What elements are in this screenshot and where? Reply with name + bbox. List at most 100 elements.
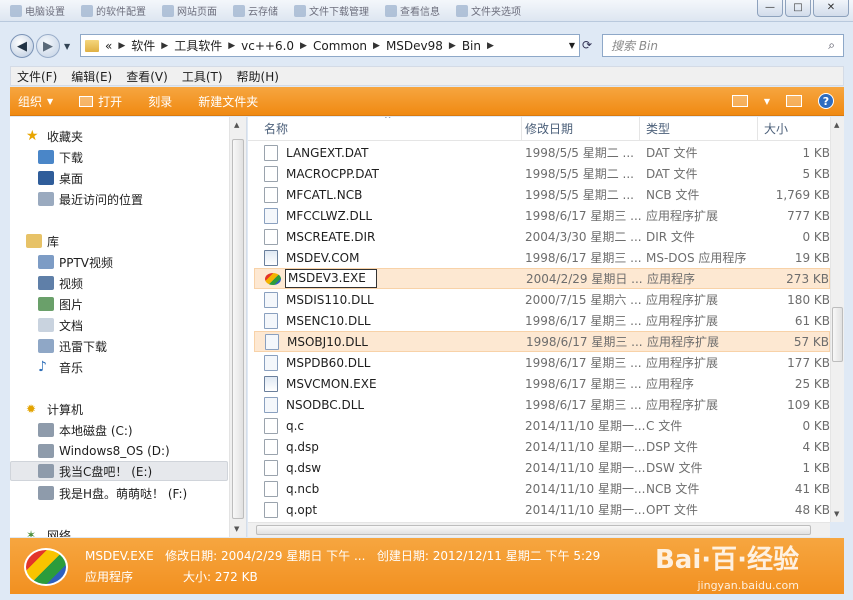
file-type: 应用程序 bbox=[646, 377, 695, 391]
file-list-scrollbar[interactable]: ▲ ▼ bbox=[830, 117, 844, 522]
file-row[interactable]: q.dsw 2014/11/10 星期一... DSW 文件 1 KB bbox=[254, 457, 830, 478]
chevron-right-icon[interactable]: ▶ bbox=[373, 41, 380, 51]
recent-pages-dropdown-icon[interactable]: ▼ bbox=[64, 42, 70, 51]
sidebar-item-documents[interactable]: 文档 bbox=[38, 315, 83, 335]
file-row[interactable]: MSDEV3.EXE 2004/2/29 星期日 ... 应用程序 273 KB bbox=[254, 268, 830, 289]
new-folder-button[interactable]: 新建文件夹 bbox=[190, 93, 266, 110]
sidebar-item-pptv[interactable]: PPTV视频 bbox=[38, 252, 113, 272]
file-row[interactable]: MSOBJ10.DLL 1998/6/17 星期三 ... 应用程序扩展 57 KB bbox=[254, 331, 830, 352]
menu-tools[interactable]: 工具(T) bbox=[182, 68, 223, 85]
back-button[interactable]: ◀ bbox=[10, 34, 34, 58]
file-row[interactable]: LANGEXT.DAT 1998/5/5 星期二 ... DAT 文件 1 KB bbox=[254, 142, 830, 163]
file-date: 2014/11/10 星期一... bbox=[525, 482, 646, 496]
file-date: 1998/6/17 星期三 ... bbox=[525, 398, 642, 412]
column-header-size[interactable]: 大小 bbox=[758, 117, 830, 141]
navigation-scrollbar[interactable]: ▲ ▼ bbox=[229, 117, 246, 537]
file-date: 2004/2/29 星期日 ... bbox=[526, 272, 643, 286]
sidebar-item-drive-f[interactable]: 我是H盘。萌萌哒！ (F:) bbox=[38, 483, 187, 503]
rename-input[interactable]: MSDEV3.EXE bbox=[285, 269, 377, 288]
task-item-2[interactable]: 的软件配置 bbox=[75, 2, 152, 20]
sidebar-item-network[interactable]: ✶ 网络 bbox=[26, 525, 71, 537]
sidebar-item-drive-c[interactable]: 本地磁盘 (C:) bbox=[38, 420, 133, 440]
menu-edit[interactable]: 编辑(E) bbox=[71, 68, 112, 85]
view-dropdown-icon[interactable]: ▼ bbox=[764, 97, 770, 106]
refresh-icon[interactable]: ⟳ bbox=[582, 38, 592, 52]
burn-button[interactable]: 刻录 bbox=[140, 93, 180, 110]
address-dropdown-icon[interactable]: ▼ bbox=[569, 41, 575, 50]
sidebar-item-drive-d[interactable]: Windows8_OS (D:) bbox=[38, 441, 170, 461]
maximize-button[interactable]: □ bbox=[785, 0, 811, 17]
sidebar-item-music[interactable]: ♪ 音乐 bbox=[38, 357, 83, 377]
breadcrumb-tools[interactable]: 工具软件 bbox=[174, 37, 222, 54]
chevron-right-icon[interactable]: ▶ bbox=[449, 41, 456, 51]
sidebar-item-favorites[interactable]: ★ 收藏夹 bbox=[26, 126, 83, 146]
scroll-up-icon[interactable]: ▲ bbox=[834, 121, 839, 129]
file-row[interactable]: MSENC10.DLL 1998/6/17 星期三 ... 应用程序扩展 61 KB bbox=[254, 310, 830, 331]
task-item-7[interactable]: 文件夹选项 bbox=[450, 2, 527, 20]
chevron-right-icon[interactable]: ▶ bbox=[161, 41, 168, 51]
sidebar-item-recent[interactable]: 最近访问的位置 bbox=[38, 189, 143, 209]
menu-help[interactable]: 帮助(H) bbox=[237, 68, 279, 85]
file-row[interactable]: MSPDB60.DLL 1998/6/17 星期三 ... 应用程序扩展 177 KB bbox=[254, 352, 830, 373]
file-row[interactable]: NSODBC.DLL 1998/6/17 星期三 ... 应用程序扩展 109 KB bbox=[254, 394, 830, 415]
file-row[interactable]: MFCATL.NCB 1998/5/5 星期二 ... NCB 文件 1,769 KB bbox=[254, 184, 830, 205]
task-item-5[interactable]: 文件下载管理 bbox=[288, 2, 375, 20]
sidebar-item-downloads[interactable]: 下载 bbox=[38, 147, 83, 167]
chevron-right-icon[interactable]: ▶ bbox=[300, 41, 307, 51]
search-icon[interactable]: ⌕ bbox=[828, 38, 835, 53]
forward-button[interactable]: ▶ bbox=[36, 34, 60, 58]
sidebar-item-computer[interactable]: ✹ 计算机 bbox=[26, 399, 83, 419]
chevron-right-icon[interactable]: ▶ bbox=[118, 41, 125, 51]
menu-file[interactable]: 文件(F) bbox=[17, 68, 57, 85]
file-row[interactable]: MSVCMON.EXE 1998/6/17 星期三 ... 应用程序 25 KB bbox=[254, 373, 830, 394]
file-row[interactable]: q.c 2014/11/10 星期一... C 文件 0 KB bbox=[254, 415, 830, 436]
breadcrumb-msdev98[interactable]: MSDev98 bbox=[386, 39, 443, 53]
sidebar-item-libraries[interactable]: 库 bbox=[26, 231, 59, 251]
task-item-1[interactable]: 电脑设置 bbox=[4, 2, 71, 20]
menu-view[interactable]: 查看(V) bbox=[126, 68, 168, 85]
task-item-6[interactable]: 查看信息 bbox=[379, 2, 446, 20]
task-item-3[interactable]: 网站页面 bbox=[156, 2, 223, 20]
sidebar-item-pictures[interactable]: 图片 bbox=[38, 294, 83, 314]
open-button[interactable]: 打开 bbox=[71, 93, 130, 110]
sidebar-item-drive-e[interactable]: 我当C盘吧！ (E:) bbox=[10, 461, 228, 481]
file-date: 1998/6/17 星期三 ... bbox=[525, 377, 642, 391]
organize-button[interactable]: 组织 ▼ bbox=[10, 93, 61, 110]
breadcrumb-overflow[interactable]: « bbox=[105, 39, 112, 53]
task-item-4[interactable]: 云存储 bbox=[227, 2, 284, 20]
file-row[interactable]: q.ncb 2014/11/10 星期一... NCB 文件 41 KB bbox=[254, 478, 830, 499]
preview-pane-icon[interactable] bbox=[786, 95, 802, 107]
chevron-right-icon[interactable]: ▶ bbox=[487, 41, 494, 51]
file-row[interactable]: MSDEV.COM 1998/6/17 星期三 ... MS-DOS 应用程序 19 … bbox=[254, 247, 830, 268]
close-button[interactable]: ✕ bbox=[813, 0, 849, 17]
scrollbar-thumb[interactable] bbox=[832, 307, 843, 362]
column-header-date[interactable]: 修改日期 bbox=[519, 117, 640, 141]
sidebar-item-videos[interactable]: 视频 bbox=[38, 273, 83, 293]
file-type: NCB 文件 bbox=[646, 188, 700, 202]
file-row[interactable]: MACROCPP.DAT 1998/5/5 星期二 ... DAT 文件 5 KB bbox=[254, 163, 830, 184]
scroll-down-icon[interactable]: ▼ bbox=[234, 525, 239, 533]
file-row[interactable]: q.dsp 2014/11/10 星期一... DSP 文件 4 KB bbox=[254, 436, 830, 457]
minimize-button[interactable]: — bbox=[757, 0, 783, 17]
horizontal-scrollbar[interactable] bbox=[248, 522, 830, 537]
file-row[interactable]: q.opt 2014/11/10 星期一... OPT 文件 48 KB bbox=[254, 499, 830, 520]
search-input[interactable]: 搜索 Bin ⌕ bbox=[602, 34, 844, 57]
sidebar-item-thunder[interactable]: 迅雷下载 bbox=[38, 336, 107, 356]
column-header-type[interactable]: 类型 bbox=[640, 117, 758, 141]
scrollbar-thumb[interactable] bbox=[232, 139, 244, 519]
address-bar[interactable]: « ▶ 软件 ▶ 工具软件 ▶ vc++6.0 ▶ Common ▶ MSDev… bbox=[80, 34, 580, 57]
file-row[interactable]: MSCREATE.DIR 2004/3/30 星期二 ... DIR 文件 0 KB bbox=[254, 226, 830, 247]
breadcrumb-bin[interactable]: Bin bbox=[462, 39, 481, 53]
scroll-up-icon[interactable]: ▲ bbox=[234, 121, 239, 129]
help-icon[interactable]: ? bbox=[818, 93, 834, 109]
sidebar-item-desktop[interactable]: 桌面 bbox=[38, 168, 83, 188]
file-row[interactable]: MSDIS110.DLL 2000/7/15 星期六 ... 应用程序扩展 180 K… bbox=[254, 289, 830, 310]
chevron-right-icon[interactable]: ▶ bbox=[228, 41, 235, 51]
view-options-icon[interactable] bbox=[731, 95, 748, 107]
breadcrumb-software[interactable]: 软件 bbox=[131, 37, 155, 54]
breadcrumb-common[interactable]: Common bbox=[313, 39, 367, 53]
scroll-down-icon[interactable]: ▼ bbox=[834, 510, 839, 518]
scrollbar-thumb[interactable] bbox=[256, 525, 811, 535]
file-row[interactable]: MFCCLWZ.DLL 1998/6/17 星期三 ... 应用程序扩展 777 KB bbox=[254, 205, 830, 226]
breadcrumb-vc[interactable]: vc++6.0 bbox=[241, 39, 294, 53]
